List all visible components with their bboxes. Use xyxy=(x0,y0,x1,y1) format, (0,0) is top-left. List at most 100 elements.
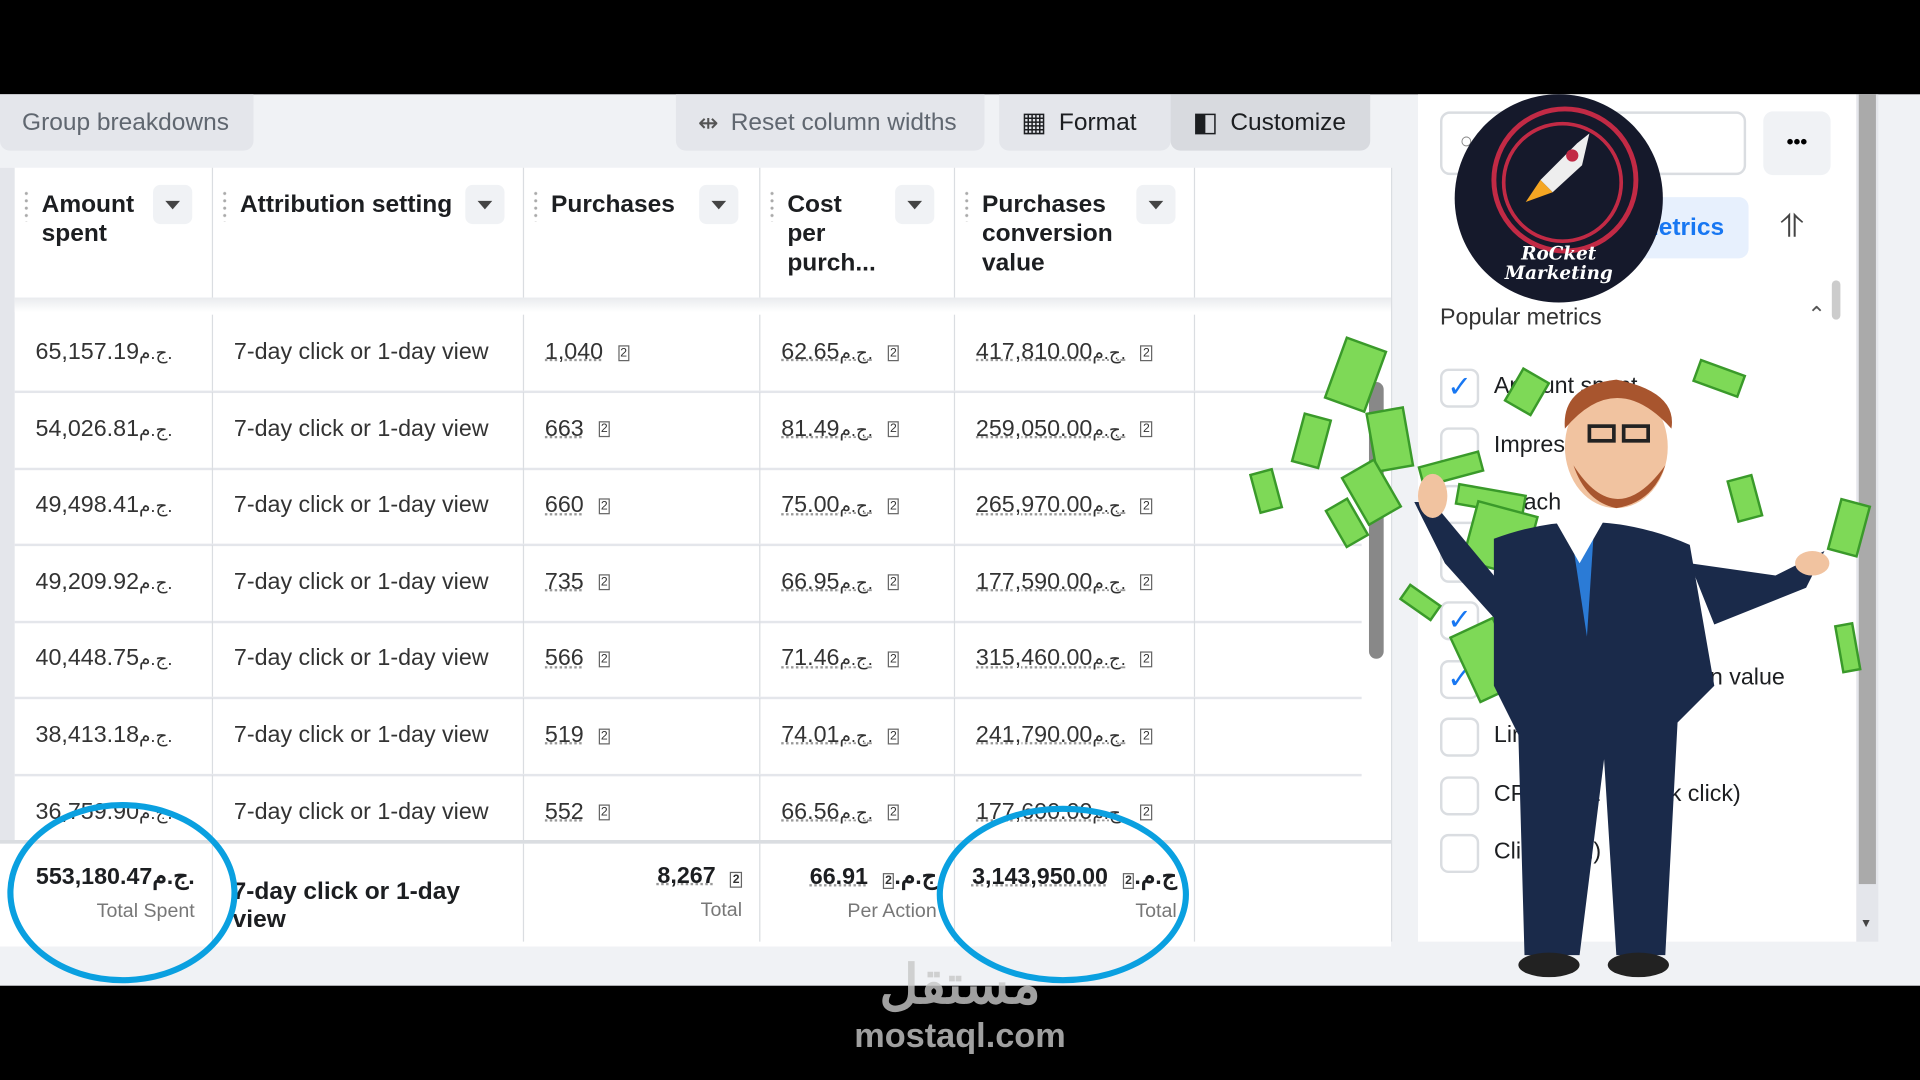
info-icon: 2 xyxy=(617,344,630,361)
purchases-value[interactable]: 660 xyxy=(545,492,584,519)
format-button[interactable]: ▦ Format xyxy=(999,94,1171,151)
info-icon: 2 xyxy=(598,804,611,821)
cost-cell: 71.46 ج.م. 2 xyxy=(760,621,956,698)
column-header-cost-per-purchase[interactable]: Cost per purch... xyxy=(760,167,956,298)
row-gutter xyxy=(0,167,15,942)
cost-value[interactable]: 66.95 xyxy=(781,569,839,596)
amount-value: 38,413.18 xyxy=(35,722,140,749)
column-header-attribution[interactable]: Attribution setting xyxy=(213,167,525,298)
sort-icon[interactable]: ⥣ xyxy=(1780,207,1803,246)
panel-icon: ◧ xyxy=(1192,106,1219,138)
sort-dropdown-icon[interactable] xyxy=(1136,184,1176,225)
info-icon: 2 xyxy=(1140,727,1153,744)
panel-scrollbar[interactable] xyxy=(1831,280,1841,320)
purchases-value[interactable]: 566 xyxy=(545,646,584,673)
currency: ج.م. xyxy=(839,496,873,517)
attribution-value: 7-day click or 1-day view xyxy=(233,569,489,595)
sort-dropdown-icon[interactable] xyxy=(895,184,935,225)
attribution-cell: 7-day click or 1-day view xyxy=(213,314,525,391)
value-value[interactable]: 177,590.00 xyxy=(976,569,1092,596)
currency: ج.م. xyxy=(839,342,873,364)
group-breakdowns-button[interactable]: Group breakdowns xyxy=(0,94,254,151)
table-row[interactable]: 38,413.18 ج.م. 7-day click or 1-day view 51… xyxy=(14,697,1362,777)
purchases-value[interactable]: 519 xyxy=(545,722,584,749)
purchases-value[interactable]: 663 xyxy=(545,416,584,443)
logo-text-2: Marketing xyxy=(1504,262,1613,285)
info-icon: 2 xyxy=(1140,574,1153,591)
value-value[interactable]: 417,810.00 xyxy=(976,339,1092,366)
column-resize-icon: ⇹ xyxy=(697,109,719,137)
currency: ج.م. xyxy=(839,419,873,441)
value-value[interactable]: 265,970.00 xyxy=(976,492,1092,519)
total-cost[interactable]: 66.91 xyxy=(810,864,868,890)
purchases-value[interactable]: 1,040 xyxy=(545,339,603,366)
column-header-purchases[interactable]: Purchases xyxy=(524,167,761,298)
table-row[interactable]: 49,498.41 ج.م. 7-day click or 1-day view 66… xyxy=(14,467,1362,547)
column-header-conversion-value[interactable]: Purchases conversion value xyxy=(955,167,1196,298)
purchases-cell: 566 2 xyxy=(524,621,761,698)
drag-handle-icon[interactable] xyxy=(533,189,538,222)
cost-cell: 74.01 ج.م. 2 xyxy=(760,697,956,774)
format-label: Format xyxy=(1058,108,1137,136)
logo-text: RoCket Marketing xyxy=(1455,244,1663,283)
info-icon: 2 xyxy=(887,804,900,821)
cost-value[interactable]: 75.00 xyxy=(781,492,839,519)
drag-handle-icon[interactable] xyxy=(964,189,969,222)
customize-button[interactable]: ◧ Customize xyxy=(1170,94,1371,151)
value-value[interactable]: 241,790.00 xyxy=(976,722,1092,749)
cost-value[interactable]: 62.65 xyxy=(781,339,839,366)
more-options-button[interactable]: ••• xyxy=(1763,111,1831,176)
attribution-value: 7-day click or 1-day view xyxy=(233,492,489,519)
table-row[interactable]: 54,026.81 ج.م. 7-day click or 1-day view 66… xyxy=(14,391,1362,470)
info-icon: 2 xyxy=(598,497,611,514)
cost-value[interactable]: 66.56 xyxy=(781,799,839,826)
value-value[interactable]: 315,460.00 xyxy=(976,646,1092,673)
amount-cell: 40,448.75 ج.م. xyxy=(15,621,214,698)
sort-dropdown-icon[interactable] xyxy=(153,184,193,225)
sort-dropdown-icon[interactable] xyxy=(465,184,505,225)
drag-handle-icon[interactable] xyxy=(24,189,29,222)
attribution-value: 7-day click or 1-day view xyxy=(233,339,489,365)
sort-dropdown-icon[interactable] xyxy=(699,184,739,225)
cost-cell: 62.65 ج.م. 2 xyxy=(760,314,956,391)
purchases-value[interactable]: 735 xyxy=(545,569,584,596)
currency: ج.م. xyxy=(139,649,173,671)
value-value[interactable]: 259,050.00 xyxy=(976,416,1092,443)
column-header-amount-spent[interactable]: Amount spent xyxy=(15,167,214,298)
header-divider xyxy=(14,297,1392,313)
info-icon: 2 xyxy=(1140,344,1153,361)
attribution-cell: 7-day click or 1-day view xyxy=(213,391,525,468)
cost-value[interactable]: 81.49 xyxy=(781,416,839,443)
currency: ج.م. xyxy=(839,572,873,594)
attribution-value: 7-day click or 1-day view xyxy=(233,799,489,825)
amount-cell: 38,413.18 ج.م. xyxy=(15,697,214,774)
amount-value: 49,209.92 xyxy=(35,569,140,595)
currency: ج.م. xyxy=(894,864,937,891)
table-row[interactable]: 49,209.92 ج.م. 7-day click or 1-day view 73… xyxy=(14,544,1362,624)
table-row[interactable]: 65,157.19 ج.م. 7-day click or 1-day view 1,… xyxy=(14,314,1362,394)
purchases-value[interactable]: 552 xyxy=(545,799,584,826)
amount-value: 40,448.75 xyxy=(35,645,140,672)
info-icon: 2 xyxy=(598,727,611,744)
currency: ج.م. xyxy=(1092,419,1126,441)
total-purchases[interactable]: 8,267 xyxy=(657,863,715,889)
cost-cell: 66.95 ج.م. 2 xyxy=(760,544,956,621)
amount-cell: 65,157.19 ج.م. xyxy=(15,314,214,391)
value-cell: 315,460.00 ج.م. 2 xyxy=(955,621,1196,698)
purchases-cell: 663 2 xyxy=(524,391,761,468)
info-icon: 2 xyxy=(730,871,743,888)
table-row[interactable]: 40,448.75 ج.م. 7-day click or 1-day view 56… xyxy=(14,621,1362,700)
amount-value: 49,498.41 xyxy=(35,492,140,519)
info-icon: 2 xyxy=(1140,421,1153,438)
reset-label: Reset column widths xyxy=(730,108,957,136)
cost-value[interactable]: 71.46 xyxy=(781,646,839,673)
value-cell: 417,810.00 ج.م. 2 xyxy=(955,314,1196,391)
reset-column-widths-button[interactable]: ⇹ Reset column widths xyxy=(675,94,985,151)
drag-handle-icon[interactable] xyxy=(222,189,227,222)
cost-value[interactable]: 74.01 xyxy=(781,722,839,749)
amount-value: 65,157.19 xyxy=(35,339,140,365)
currency: ج.م. xyxy=(139,572,173,594)
header-label: Purchases conversion value xyxy=(982,191,1113,277)
drag-handle-icon[interactable] xyxy=(770,189,774,222)
currency: ج.م. xyxy=(839,726,873,747)
